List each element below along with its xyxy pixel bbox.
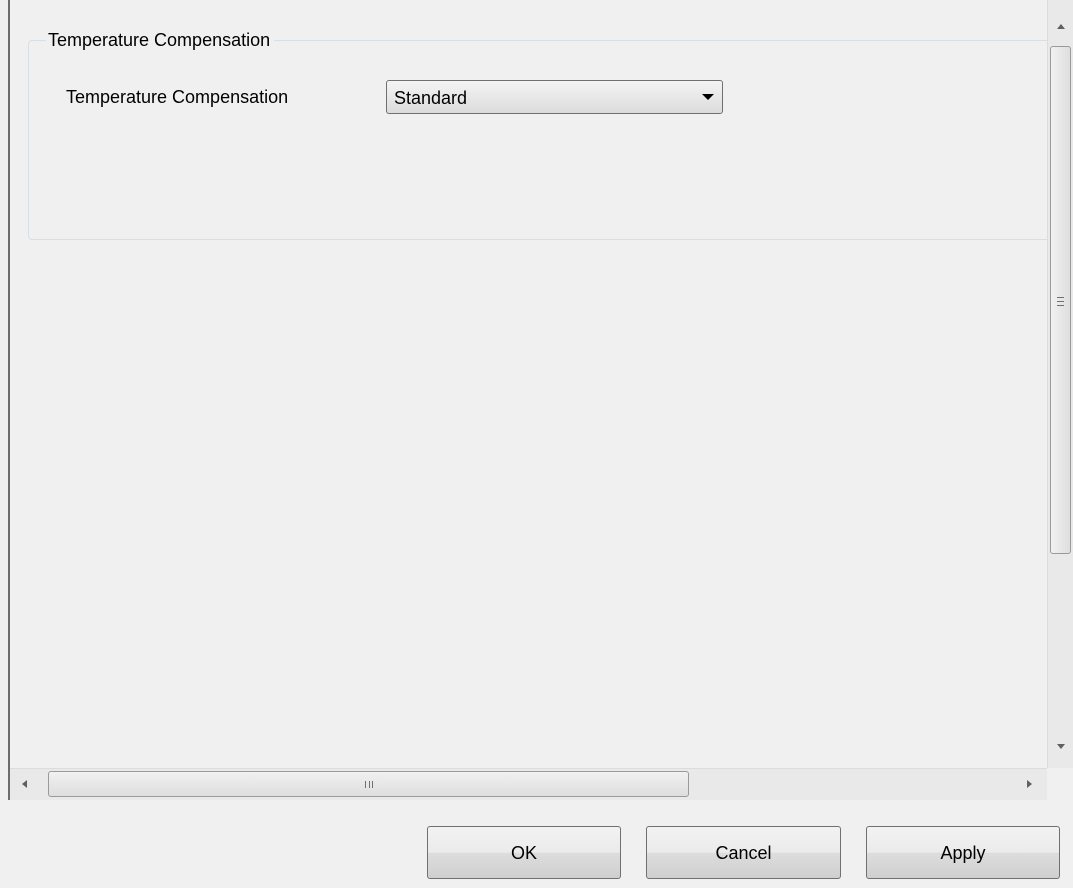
dropdown-selected-value: Standard — [394, 88, 468, 108]
arrow-right-icon — [1027, 780, 1032, 788]
horizontal-scroll-thumb[interactable] — [48, 771, 689, 797]
horizontal-scrollbar[interactable] — [10, 768, 1047, 800]
grip-icon — [365, 781, 373, 788]
arrow-down-icon — [1057, 744, 1065, 749]
scroll-up-button[interactable] — [1048, 10, 1073, 44]
scroll-left-button[interactable] — [10, 769, 44, 799]
groupbox-title: Temperature Compensation — [46, 29, 275, 51]
temperature-compensation-groupbox — [28, 40, 1068, 240]
cancel-button[interactable]: Cancel — [646, 826, 841, 879]
arrow-up-icon — [1057, 24, 1065, 29]
scroll-down-button[interactable] — [1048, 730, 1073, 764]
vertical-scrollbar[interactable] — [1047, 0, 1073, 768]
temperature-compensation-dropdown[interactable]: Standard — [386, 80, 723, 114]
vertical-scroll-thumb[interactable] — [1050, 46, 1071, 554]
scrollbar-corner — [1047, 768, 1073, 800]
ok-button[interactable]: OK — [427, 826, 621, 879]
chevron-down-icon — [702, 94, 714, 100]
scroll-right-button[interactable] — [1013, 769, 1047, 799]
apply-button[interactable]: Apply — [866, 826, 1060, 879]
temperature-compensation-label: Temperature Compensation — [66, 87, 289, 107]
grip-icon — [1057, 297, 1064, 306]
arrow-left-icon — [22, 780, 27, 788]
